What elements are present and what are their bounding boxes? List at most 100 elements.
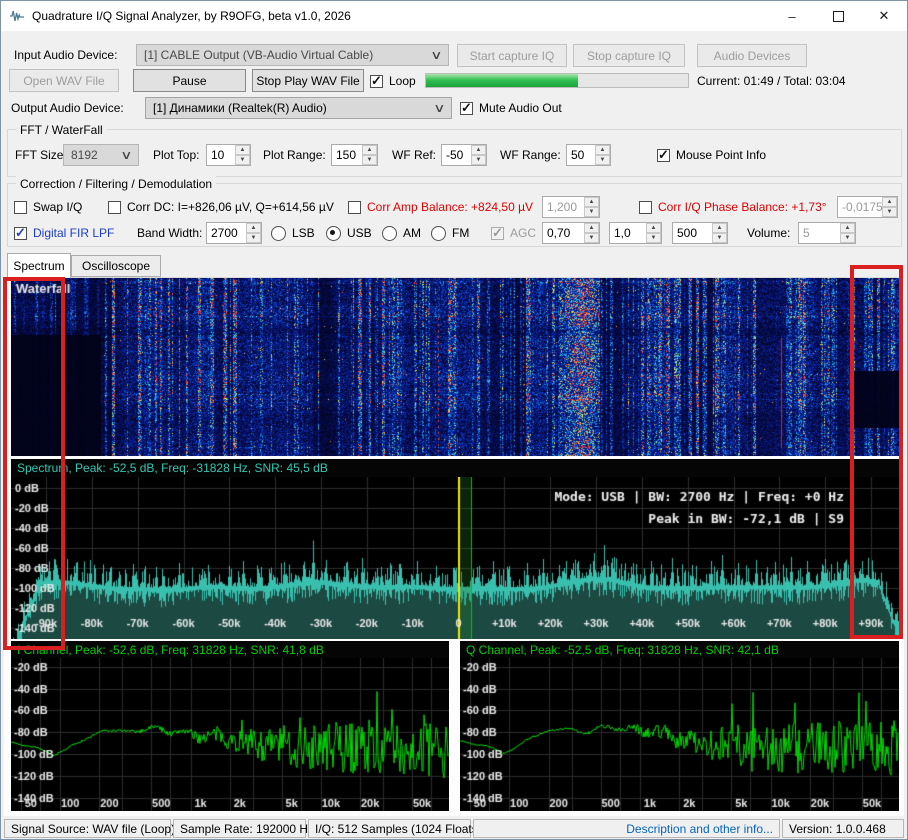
mute-audio-checkbox[interactable]: Mute Audio Out [460, 98, 562, 118]
plot-range-spinner[interactable]: 150 ▲▼ [331, 144, 378, 166]
audio-devices-button[interactable]: Audio Devices [697, 44, 807, 67]
corr-amp-label: Corr Amp Balance: +824,50 µV [367, 200, 533, 214]
spin-up-icon[interactable]: ▲ [584, 197, 599, 207]
spin-up-icon[interactable]: ▲ [362, 145, 377, 155]
progress-fill [426, 74, 578, 87]
fft-size-value: 8192 [71, 148, 98, 162]
mute-checkbox-box [460, 102, 473, 115]
agc-hang-spinner[interactable]: 500 ▲▼ [672, 222, 728, 244]
output-device-combo[interactable]: [1] Динамики (Realtek(R) Audio) ∨ [145, 97, 452, 119]
fft-size-combo[interactable]: 8192 ∨ [63, 144, 139, 166]
waterfall-canvas[interactable] [11, 278, 899, 456]
spin-down-icon[interactable]: ▼ [840, 233, 855, 243]
spin-down-icon[interactable]: ▼ [235, 155, 250, 165]
spin-up-icon[interactable]: ▲ [712, 223, 727, 233]
spin-up-icon[interactable]: ▲ [471, 145, 486, 155]
input-device-value: [1] CABLE Output (VB-Audio Virtual Cable… [144, 48, 373, 62]
close-button[interactable]: ✕ [861, 1, 907, 31]
q-channel-header: Q Channel, Peak: -52,5 dB, Freq: 31828 H… [460, 641, 899, 658]
spin-down-icon[interactable]: ▼ [471, 155, 486, 165]
corr-amp-value: 1,200 [543, 197, 584, 217]
tab-oscilloscope[interactable]: Oscilloscope [71, 255, 161, 277]
open-wav-button[interactable]: Open WAV File [9, 69, 119, 92]
wf-range-spinner[interactable]: 50 ▲▼ [566, 144, 611, 166]
agc-checkbox[interactable]: AGC [491, 223, 536, 243]
spin-down-icon[interactable]: ▼ [882, 207, 897, 217]
spin-up-icon[interactable]: ▲ [595, 145, 610, 155]
fir-lpf-checkbox[interactable]: Digital FIR LPF [14, 223, 114, 243]
mode-radio-usb[interactable]: USB [326, 223, 372, 243]
spin-up-icon[interactable]: ▲ [840, 223, 855, 233]
mode-radio-am[interactable]: AM [382, 223, 421, 243]
loop-checkbox-label: Loop [389, 74, 416, 88]
band-width-label: Band Width: [137, 222, 202, 244]
spin-up-icon[interactable]: ▲ [235, 145, 250, 155]
spin-down-icon[interactable]: ▼ [712, 233, 727, 243]
maximize-button[interactable] [815, 1, 861, 31]
tab-oscilloscope-label: Oscilloscope [82, 259, 150, 273]
start-capture-button[interactable]: Start capture IQ [457, 44, 567, 67]
spin-up-icon[interactable]: ▲ [646, 223, 661, 233]
tab-spectrum-label: Spectrum [13, 259, 64, 273]
spin-down-icon[interactable]: ▼ [584, 207, 599, 217]
mode-radio-lsb[interactable]: LSB [271, 223, 315, 243]
corr-amp-spinner[interactable]: 1,200 ▲▼ [542, 196, 600, 218]
status-bar: Signal Source: WAV file (Loop) Sample Ra… [1, 818, 907, 839]
spin-up-icon[interactable]: ▲ [584, 223, 599, 233]
wf-ref-label: WF Ref: [392, 144, 436, 166]
stop-play-wav-button[interactable]: Stop Play WAV File [252, 69, 364, 92]
plot-range-value: 150 [332, 145, 362, 165]
agc-attack-spinner[interactable]: 0,70 ▲▼ [542, 222, 600, 244]
agc-value2: 1,0 [610, 223, 646, 243]
mode-fm-label: FM [452, 226, 469, 240]
volume-spinner[interactable]: 5 ▲▼ [798, 222, 856, 244]
stop-capture-button[interactable]: Stop capture IQ [573, 44, 685, 67]
spin-up-icon[interactable]: ▲ [882, 197, 897, 207]
radio-icon [271, 226, 286, 241]
loop-checkbox[interactable]: Loop [370, 71, 416, 91]
status-description-link[interactable]: Description and other info... [473, 819, 780, 838]
q-channel-canvas[interactable] [460, 658, 899, 811]
plot-top-spinner[interactable]: 10 ▲▼ [206, 144, 251, 166]
plot-range-label: Plot Range: [263, 144, 326, 166]
tab-spectrum[interactable]: Spectrum [7, 253, 71, 278]
spin-down-icon[interactable]: ▼ [595, 155, 610, 165]
swap-iq-label: Swap I/Q [33, 200, 82, 214]
wf-ref-value: -50 [442, 145, 471, 165]
input-device-label: Input Audio Device: [14, 44, 117, 66]
corr-amp-checkbox-box [348, 201, 361, 214]
spin-down-icon[interactable]: ▼ [246, 233, 261, 243]
radio-icon [431, 226, 446, 241]
spin-down-icon[interactable]: ▼ [584, 233, 599, 243]
corr-dc-label: Corr DC: I=+826,06 µV, Q=+614,56 µV [127, 200, 334, 214]
spin-up-icon[interactable]: ▲ [246, 223, 261, 233]
agc-decay-spinner[interactable]: 1,0 ▲▼ [609, 222, 662, 244]
agc-checkbox-box [491, 227, 504, 240]
pause-button[interactable]: Pause [133, 69, 246, 92]
corr-amp-checkbox[interactable]: Corr Amp Balance: +824,50 µV [348, 197, 533, 217]
output-device-label: Output Audio Device: [11, 97, 124, 119]
maximize-icon [833, 11, 844, 22]
corr-phase-value: -0,0175 [838, 197, 882, 217]
correction-group-title: Correction / Filtering / Demodulation [16, 176, 216, 192]
input-device-combo[interactable]: [1] CABLE Output (VB-Audio Virtual Cable… [136, 44, 449, 66]
fft-group-title: FFT / WaterFall [16, 122, 107, 138]
i-channel-canvas[interactable] [11, 658, 449, 811]
mouse-point-info-checkbox[interactable]: Mouse Point Info [657, 145, 766, 165]
minimize-button[interactable]: – [769, 1, 815, 31]
band-width-value: 2700 [207, 223, 246, 243]
band-width-spinner[interactable]: 2700 ▲▼ [206, 222, 262, 244]
mode-radio-fm[interactable]: FM [431, 223, 469, 243]
wf-ref-spinner[interactable]: -50 ▲▼ [441, 144, 487, 166]
swap-iq-checkbox[interactable]: Swap I/Q [14, 197, 82, 217]
corr-dc-checkbox[interactable]: Corr DC: I=+826,06 µV, Q=+614,56 µV [108, 197, 334, 217]
time-info: Current: 01:49 / Total: 03:04 [697, 70, 846, 92]
corr-dc-checkbox-box [108, 201, 121, 214]
spin-down-icon[interactable]: ▼ [362, 155, 377, 165]
spin-down-icon[interactable]: ▼ [646, 233, 661, 243]
corr-phase-checkbox[interactable]: Corr I/Q Phase Balance: +1,73° [639, 197, 827, 217]
fir-lpf-checkbox-box [14, 227, 27, 240]
chevron-down-icon: ∨ [430, 48, 442, 62]
spectrum-canvas[interactable] [11, 477, 899, 639]
corr-phase-spinner[interactable]: -0,0175 ▲▼ [837, 196, 898, 218]
